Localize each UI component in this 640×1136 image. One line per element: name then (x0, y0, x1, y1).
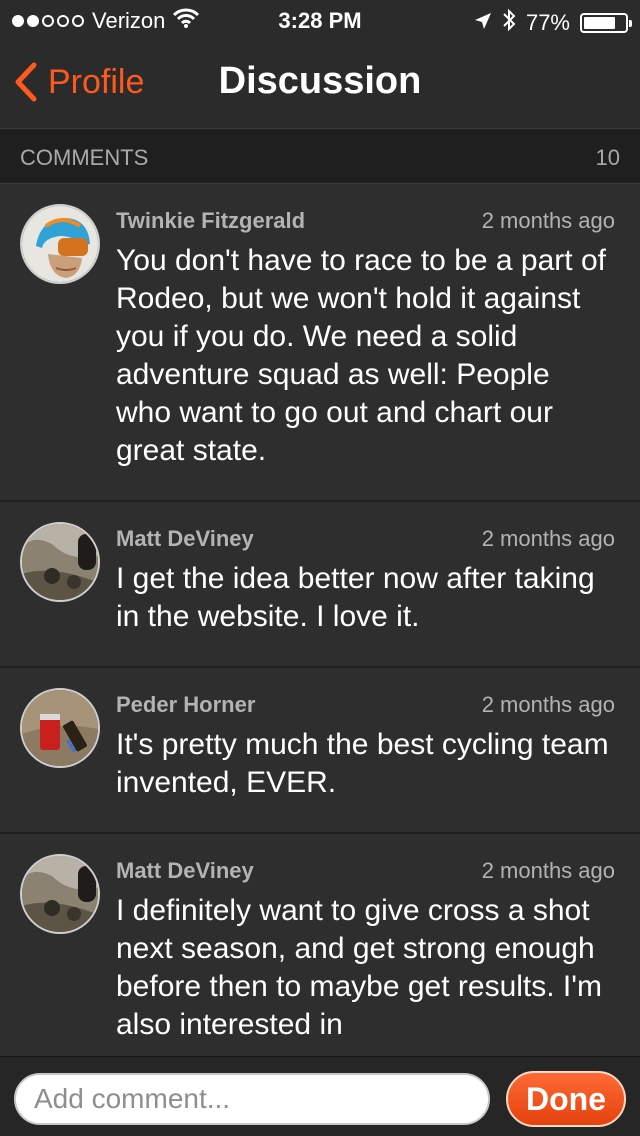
battery-fill (584, 17, 615, 29)
comment-author[interactable]: Matt DeViney (116, 858, 254, 884)
comment-author[interactable]: Matt DeViney (116, 526, 254, 552)
comment-item[interactable]: Twinkie Fitzgerald 2 months ago You don'… (0, 184, 640, 502)
avatar[interactable]: ■■■ (20, 688, 100, 768)
comment-item[interactable]: Matt DeViney 2 months ago I get the idea… (0, 502, 640, 668)
comment-author[interactable]: Twinkie Fitzgerald (116, 208, 305, 234)
battery-percent: 77% (525, 10, 570, 35)
top-bar: Verizon 3:28 PM 77% Profile Discussion (0, 0, 640, 128)
navigation-bar: Profile Discussion (0, 40, 640, 128)
bluetooth-icon (502, 8, 516, 38)
comment-time: 2 months ago (481, 208, 615, 233)
status-right: 77% (474, 8, 632, 38)
battery-icon (580, 13, 632, 33)
comment-count: 10 (595, 145, 620, 170)
avatar[interactable] (20, 522, 100, 602)
avatar[interactable] (20, 204, 100, 284)
comment-author[interactable]: Peder Horner (116, 692, 255, 718)
comment-item[interactable]: Matt DeViney 2 months ago I definitely w… (0, 834, 640, 1056)
location-arrow-icon (474, 10, 492, 36)
status-bar: Verizon 3:28 PM 77% (0, 0, 640, 40)
comment-list[interactable]: Twinkie Fitzgerald 2 months ago You don'… (0, 184, 640, 1056)
section-label: COMMENTS (20, 145, 149, 170)
comment-time: 2 months ago (481, 692, 615, 717)
comment-input[interactable] (14, 1073, 490, 1125)
comment-composer: Done (0, 1056, 640, 1136)
comments-section-header: COMMENTS 10 (0, 128, 640, 184)
comment-time: 2 months ago (481, 526, 615, 551)
avatar[interactable] (20, 854, 100, 934)
done-button[interactable]: Done (506, 1071, 626, 1127)
comment-item[interactable]: ■■■ Peder Horner 2 months ago It's prett… (0, 668, 640, 834)
page-title: Discussion (218, 60, 422, 102)
comment-time: 2 months ago (481, 858, 615, 883)
